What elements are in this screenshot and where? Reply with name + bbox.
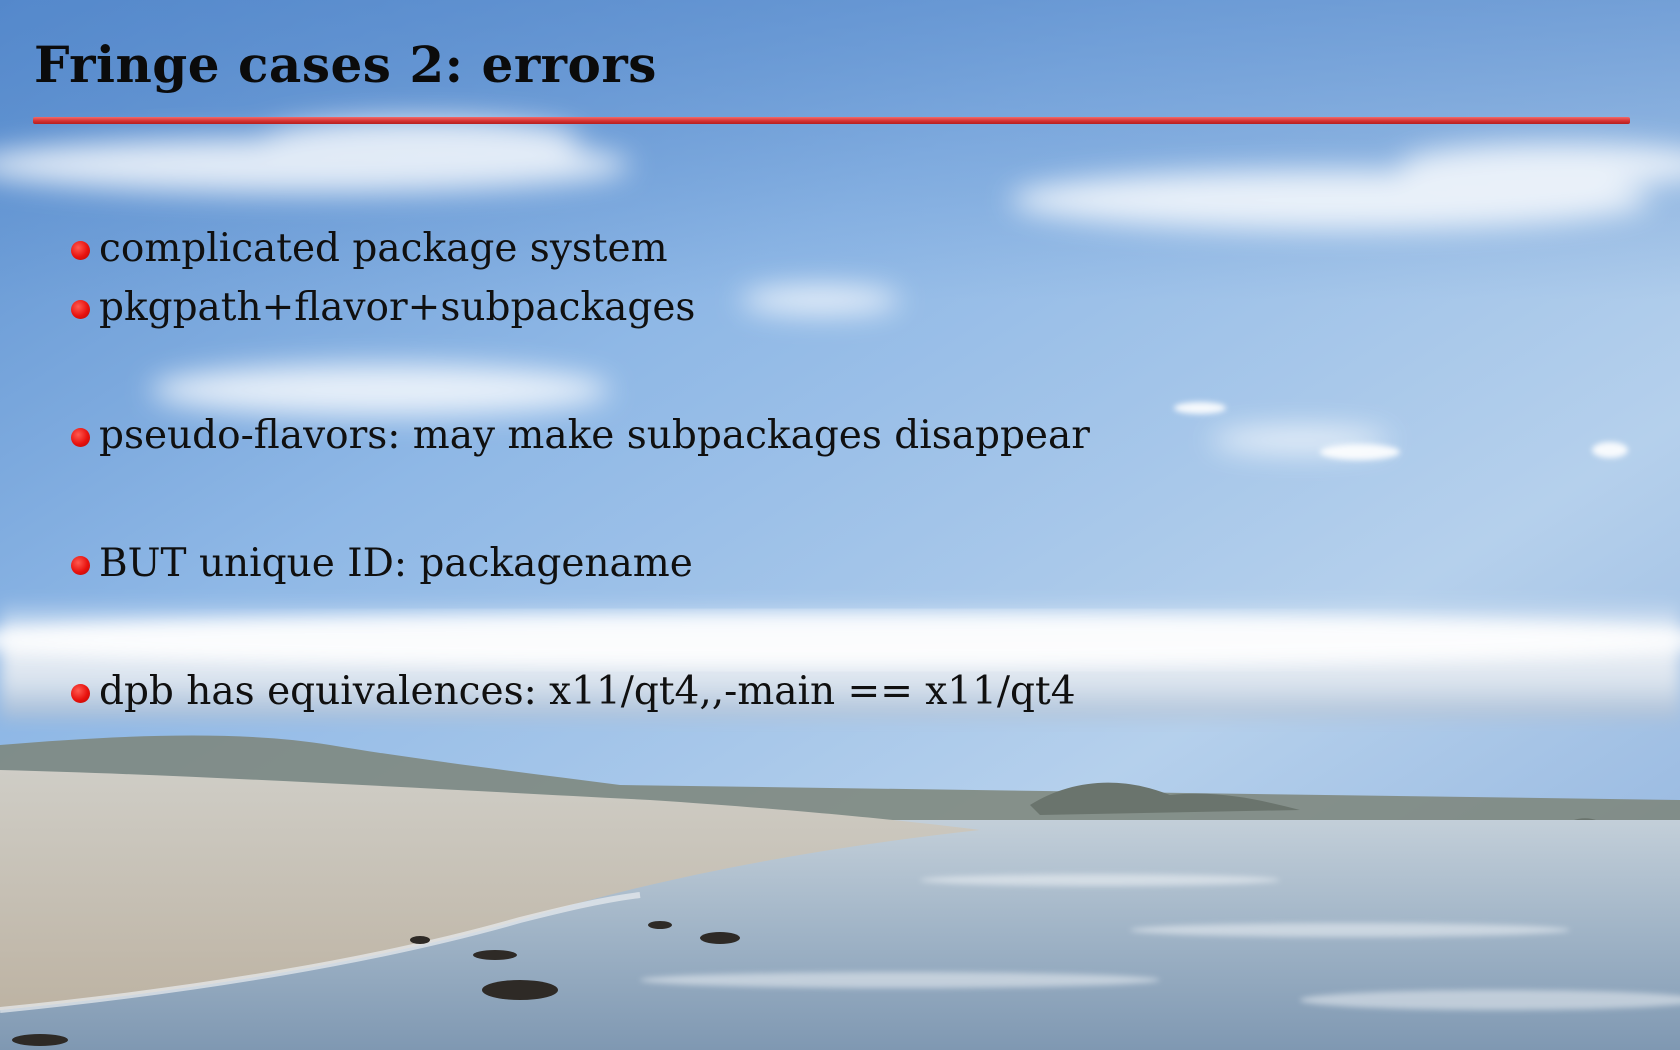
bullet-dot-icon	[71, 683, 90, 703]
bullet-item: pseudo-flavors: may make subpackages dis…	[71, 410, 1090, 460]
bullet-list: complicated package system pkgpath+flavo…	[0, 0, 1680, 1050]
bullet-text: pkgpath+flavor+subpackages	[99, 284, 696, 330]
slide: Fringe cases 2: errors complicated packa…	[0, 0, 1680, 1050]
bullet-dot-icon	[71, 299, 90, 319]
bullet-dot-icon	[71, 427, 90, 447]
bullet-dot-icon	[71, 555, 90, 575]
bullet-item: dpb has equivalences: x11/qt4,,-main == …	[71, 666, 1076, 716]
bullet-dot-icon	[71, 240, 90, 260]
bullet-text: BUT unique ID: packagename	[99, 540, 693, 586]
bullet-text: pseudo-flavors: may make subpackages dis…	[99, 412, 1090, 458]
bullet-item: pkgpath+flavor+subpackages	[71, 282, 695, 332]
bullet-item: BUT unique ID: packagename	[71, 538, 693, 588]
bullet-text: complicated package system	[99, 225, 668, 271]
bullet-text: dpb has equivalences: x11/qt4,,-main == …	[99, 668, 1076, 714]
bullet-item: complicated package system	[71, 223, 668, 273]
